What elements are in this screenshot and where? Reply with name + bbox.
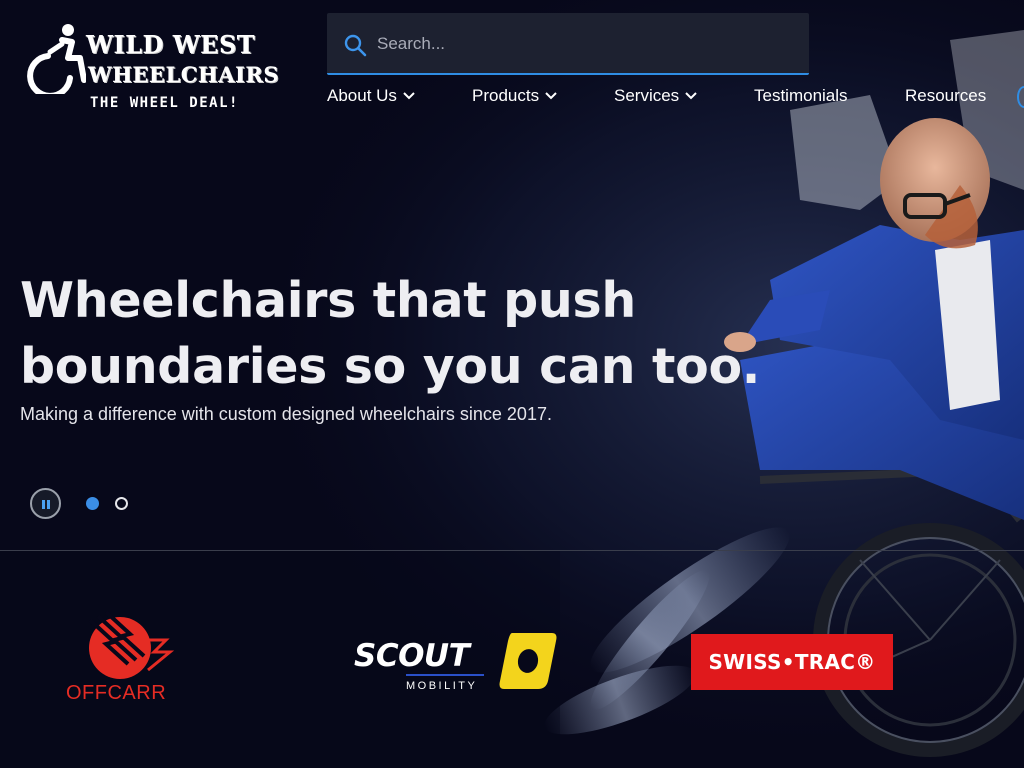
nav-item-about-us[interactable]: About Us [327, 86, 415, 106]
chevron-down-icon [545, 92, 557, 100]
carousel-dot-2[interactable] [115, 497, 128, 510]
nav-item-testimonials[interactable]: Testimonials [754, 86, 848, 106]
brand-logo-scout[interactable]: SCOUT MOBILITY [352, 628, 562, 698]
hero-subtitle: Making a difference with custom designed… [20, 404, 552, 424]
logo-tagline: THE WHEEL DEAL! [90, 95, 239, 111]
scout-underline [406, 674, 484, 676]
brand-logo-offcarr[interactable]: OFFCARR [62, 610, 180, 710]
nav-item-label: Resources [905, 86, 987, 105]
hero-title: Wheelchairs that push boundaries so you … [20, 272, 761, 395]
brand-name: OFFCARR [66, 682, 167, 704]
logo-title-line2: WHEELCHAIRS [88, 62, 279, 87]
chevron-down-icon [685, 92, 697, 100]
search-bar [327, 13, 809, 75]
nav-item-label: About Us [327, 86, 397, 105]
nav-item-products[interactable]: Products [472, 86, 557, 106]
brand-subname: MOBILITY [406, 680, 478, 692]
chevron-down-icon [403, 92, 415, 100]
brand-name: SCOUT [354, 638, 470, 674]
brand-name: SWISS•TRAC® [708, 650, 876, 674]
nav-item-resources[interactable]: Resources [905, 86, 986, 106]
logo-title-line1: WILD WEST [86, 30, 256, 59]
brand-logo-swiss-trac[interactable]: SWISS•TRAC® [691, 634, 893, 690]
wheelchair-icon [27, 24, 86, 94]
offcarr-mark-icon [88, 610, 174, 679]
nav-overflow-indicator[interactable] [1017, 86, 1024, 108]
search-input[interactable] [377, 27, 777, 61]
site-logo[interactable]: WILD WEST WHEELCHAIRS THE WHEEL DEAL! [24, 18, 279, 118]
page: WILD WEST WHEELCHAIRS THE WHEEL DEAL! Ab… [0, 0, 1024, 768]
carousel-dot-1[interactable] [86, 497, 99, 510]
section-divider [0, 550, 1024, 551]
nav-item-label: Services [614, 86, 680, 105]
nav-item-services[interactable]: Services [614, 86, 697, 106]
nav-item-label: Products [472, 86, 540, 105]
scout-mark-icon [499, 633, 557, 689]
nav-item-label: Testimonials [754, 86, 848, 105]
search-icon[interactable] [343, 33, 367, 57]
carousel-pause-button[interactable] [30, 488, 61, 519]
